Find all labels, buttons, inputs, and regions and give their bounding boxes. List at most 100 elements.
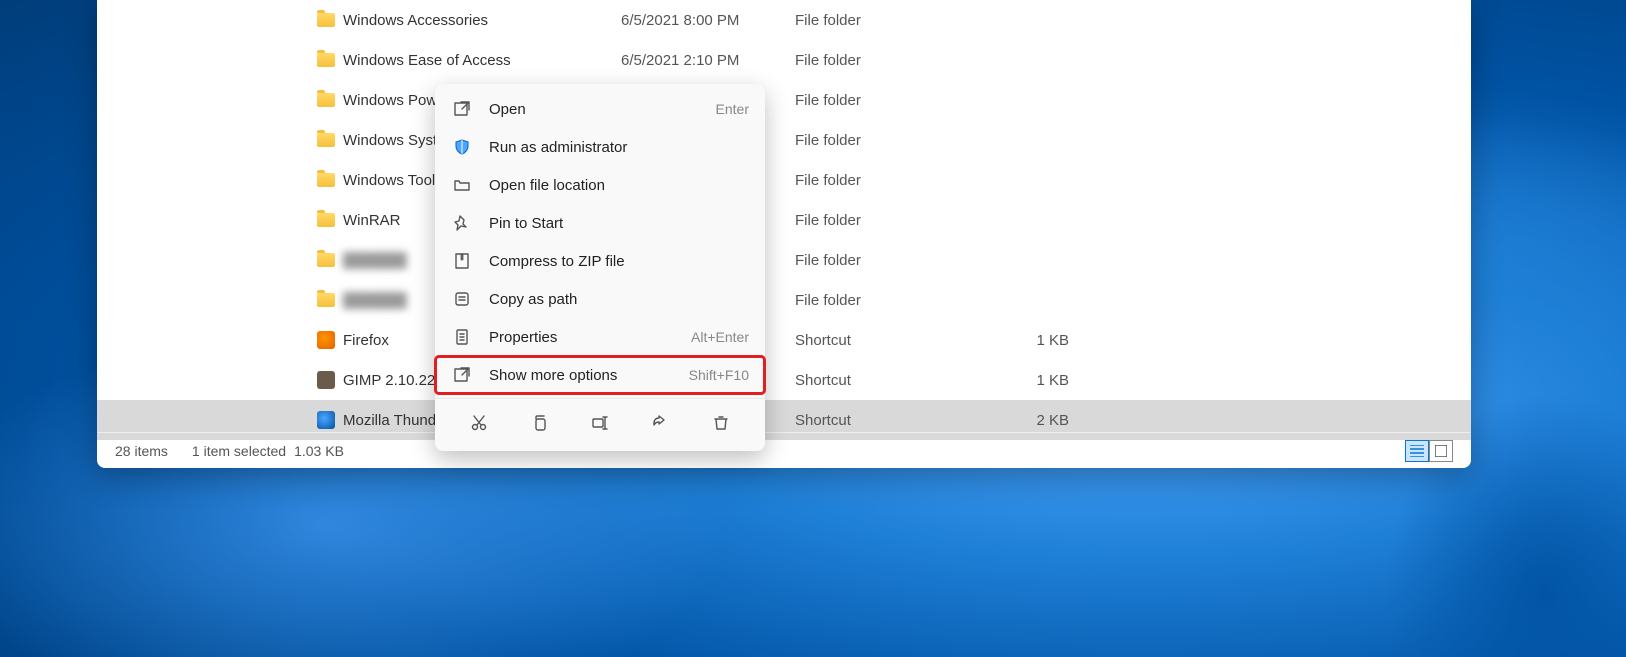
menu-action-bar xyxy=(435,398,765,445)
file-list: Windows Accessories6/5/2021 8:00 PMFile … xyxy=(97,0,1471,432)
properties-icon xyxy=(451,328,473,346)
file-icon-cell xyxy=(313,213,339,227)
file-name: Windows Ease of Access xyxy=(339,52,621,69)
menu-item-label: Run as administrator xyxy=(489,139,749,156)
file-name: Windows Accessories xyxy=(339,12,621,29)
file-row[interactable]: Windows Ease of Access6/5/2021 2:10 PMFi… xyxy=(97,40,1471,80)
list-icon xyxy=(1410,445,1424,457)
zip-icon xyxy=(451,252,473,270)
file-explorer-window: Windows Accessories6/5/2021 8:00 PMFile … xyxy=(97,0,1471,468)
folder-icon xyxy=(317,253,335,267)
menu-item-label: Properties xyxy=(489,329,691,346)
file-size: 2 KB xyxy=(989,412,1069,429)
file-row[interactable]: FirefoxShortcut1 KB xyxy=(97,320,1471,360)
status-size: 1.03 KB xyxy=(294,443,344,459)
file-row[interactable]: GIMP 2.10.22Shortcut1 KB xyxy=(97,360,1471,400)
file-type: Shortcut xyxy=(795,412,989,429)
file-type: File folder xyxy=(795,132,989,149)
file-row[interactable]: ██████File folder xyxy=(97,240,1471,280)
copy-button[interactable] xyxy=(524,407,556,439)
file-type: File folder xyxy=(795,212,989,229)
menu-item-label: Pin to Start xyxy=(489,215,749,232)
file-icon-cell xyxy=(313,331,339,349)
folder-icon xyxy=(317,133,335,147)
file-size: 1 KB xyxy=(989,372,1069,389)
file-row[interactable]: Windows SysteFile folder xyxy=(97,120,1471,160)
file-size: 1 KB xyxy=(989,332,1069,349)
share-button[interactable] xyxy=(644,407,676,439)
file-row[interactable]: Windows PowerFile folder xyxy=(97,80,1471,120)
rename-icon xyxy=(591,414,609,432)
file-type: File folder xyxy=(795,252,989,269)
file-icon-cell xyxy=(313,253,339,267)
file-icon-cell xyxy=(313,93,339,107)
delete-button[interactable] xyxy=(705,407,737,439)
file-row[interactable]: Windows Accessories6/5/2021 8:00 PMFile … xyxy=(97,0,1471,40)
file-date: 6/5/2021 8:00 PM xyxy=(621,12,795,29)
menu-item-label: Copy as path xyxy=(489,291,749,308)
file-icon-cell xyxy=(313,133,339,147)
menu-item-label: Open xyxy=(489,101,716,118)
file-icon-cell xyxy=(313,53,339,67)
share-icon xyxy=(651,414,669,432)
icons-view-button[interactable] xyxy=(1429,440,1453,462)
folder-icon xyxy=(317,53,335,67)
menu-item-shortcut: Alt+Enter xyxy=(691,329,749,345)
menu-item-folder-open[interactable]: Open file location xyxy=(435,166,765,204)
folder-icon xyxy=(317,213,335,227)
menu-item-zip[interactable]: Compress to ZIP file xyxy=(435,242,765,280)
folder-icon xyxy=(317,93,335,107)
menu-item-shortcut: Enter xyxy=(716,101,749,117)
folder-icon xyxy=(317,293,335,307)
view-toggle xyxy=(1405,440,1453,462)
menu-item-open[interactable]: OpenEnter xyxy=(435,90,765,128)
folder-icon xyxy=(317,13,335,27)
file-type: File folder xyxy=(795,52,989,69)
grid-icon xyxy=(1435,445,1447,457)
file-icon-cell xyxy=(313,293,339,307)
file-type: File folder xyxy=(795,172,989,189)
file-row[interactable]: ██████File folder xyxy=(97,280,1471,320)
file-type: File folder xyxy=(795,12,989,29)
file-type: Shortcut xyxy=(795,332,989,349)
menu-item-copy-path[interactable]: Copy as path xyxy=(435,280,765,318)
file-row[interactable]: Windows ToolsFile folder xyxy=(97,160,1471,200)
cut-icon xyxy=(470,414,488,432)
cut-button[interactable] xyxy=(463,407,495,439)
copy-path-icon xyxy=(451,290,473,308)
menu-item-shortcut: Shift+F10 xyxy=(689,367,749,383)
menu-item-pin[interactable]: Pin to Start xyxy=(435,204,765,242)
file-icon-cell xyxy=(313,13,339,27)
delete-icon xyxy=(712,414,730,432)
folder-icon xyxy=(317,173,335,187)
status-bar: 28 items 1 item selected 1.03 KB xyxy=(97,432,1471,468)
file-row[interactable]: WinRARFile folder xyxy=(97,200,1471,240)
details-view-button[interactable] xyxy=(1405,440,1429,462)
more-icon xyxy=(451,366,473,384)
file-date: 6/5/2021 2:10 PM xyxy=(621,52,795,69)
open-icon xyxy=(451,100,473,118)
pin-icon xyxy=(451,214,473,232)
gimp-icon xyxy=(317,371,335,389)
menu-item-shield[interactable]: Run as administrator xyxy=(435,128,765,166)
file-type: File folder xyxy=(795,292,989,309)
rename-button[interactable] xyxy=(584,407,616,439)
file-type: Shortcut xyxy=(795,372,989,389)
status-item-count: 28 items xyxy=(115,443,168,459)
menu-item-label: Open file location xyxy=(489,177,749,194)
menu-item-label: Show more options xyxy=(489,367,689,384)
copy-icon xyxy=(531,414,549,432)
file-icon-cell xyxy=(313,371,339,389)
file-type: File folder xyxy=(795,92,989,109)
file-icon-cell xyxy=(313,173,339,187)
menu-item-label: Compress to ZIP file xyxy=(489,253,749,270)
status-selection: 1 item selected xyxy=(192,443,286,459)
menu-item-properties[interactable]: PropertiesAlt+Enter xyxy=(435,318,765,356)
firefox-icon xyxy=(317,331,335,349)
menu-item-more[interactable]: Show more optionsShift+F10 xyxy=(435,356,765,394)
shield-icon xyxy=(451,138,473,156)
context-menu: OpenEnter Run as administrator Open file l… xyxy=(435,84,765,451)
file-icon-cell xyxy=(313,411,339,429)
thunderbird-icon xyxy=(317,411,335,429)
folder-open-icon xyxy=(451,176,473,194)
